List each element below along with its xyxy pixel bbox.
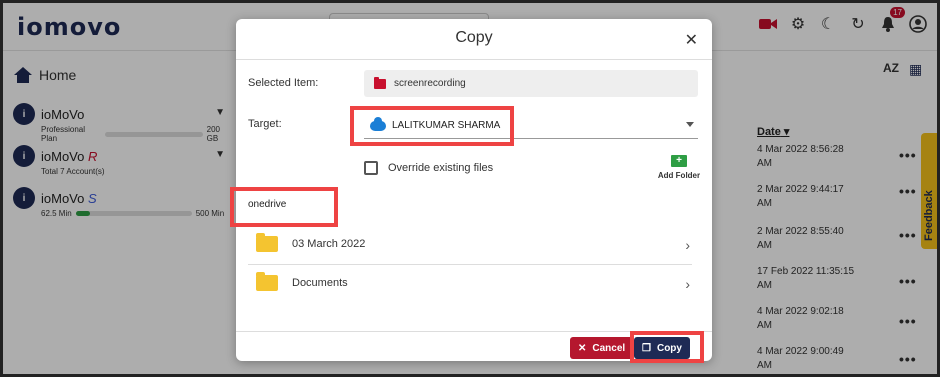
- folder-name: Documents: [292, 277, 348, 289]
- copy-dialog: Copy ✕ Selected Item: screenrecording Ta…: [230, 19, 712, 363]
- folder-name: 03 March 2022: [292, 238, 366, 250]
- folder-list-item[interactable]: 03 March 2022 ›: [248, 225, 692, 263]
- cancel-button[interactable]: ✕ Cancel: [570, 337, 634, 359]
- add-folder-button[interactable]: + Add Folder: [654, 155, 704, 180]
- dialog-title: Copy: [455, 29, 493, 46]
- cancel-label: Cancel: [592, 342, 626, 354]
- dialog-divider: [236, 59, 712, 60]
- folder-list-item[interactable]: Documents ›: [248, 264, 692, 302]
- checkbox-icon[interactable]: [364, 161, 378, 175]
- override-label: Override existing files: [388, 162, 494, 174]
- folder-icon: [256, 233, 278, 252]
- chevron-right-icon[interactable]: ›: [685, 237, 690, 253]
- add-folder-icon: +: [671, 155, 687, 167]
- selected-item-field: screenrecording: [364, 70, 698, 97]
- selected-item-label: Selected Item:: [248, 77, 319, 89]
- add-folder-label: Add Folder: [657, 171, 701, 180]
- path-highlight-box: [230, 187, 338, 227]
- chevron-right-icon[interactable]: ›: [685, 276, 690, 292]
- dropdown-caret-icon[interactable]: [686, 122, 694, 127]
- screenshot-frame: iomovo ⚙ ☾ ↻ 17 Home i ioMoVo Profession…: [0, 0, 940, 377]
- target-label: Target:: [248, 118, 282, 130]
- close-icon: ✕: [578, 342, 587, 354]
- target-highlight-box: [350, 106, 514, 146]
- close-icon[interactable]: ✕: [685, 30, 698, 50]
- folder-icon: [374, 76, 386, 89]
- selected-item-value: screenrecording: [394, 78, 466, 89]
- folder-icon: [256, 272, 278, 291]
- copy-highlight-box: [630, 331, 704, 363]
- override-existing-checkbox[interactable]: Override existing files: [364, 161, 493, 175]
